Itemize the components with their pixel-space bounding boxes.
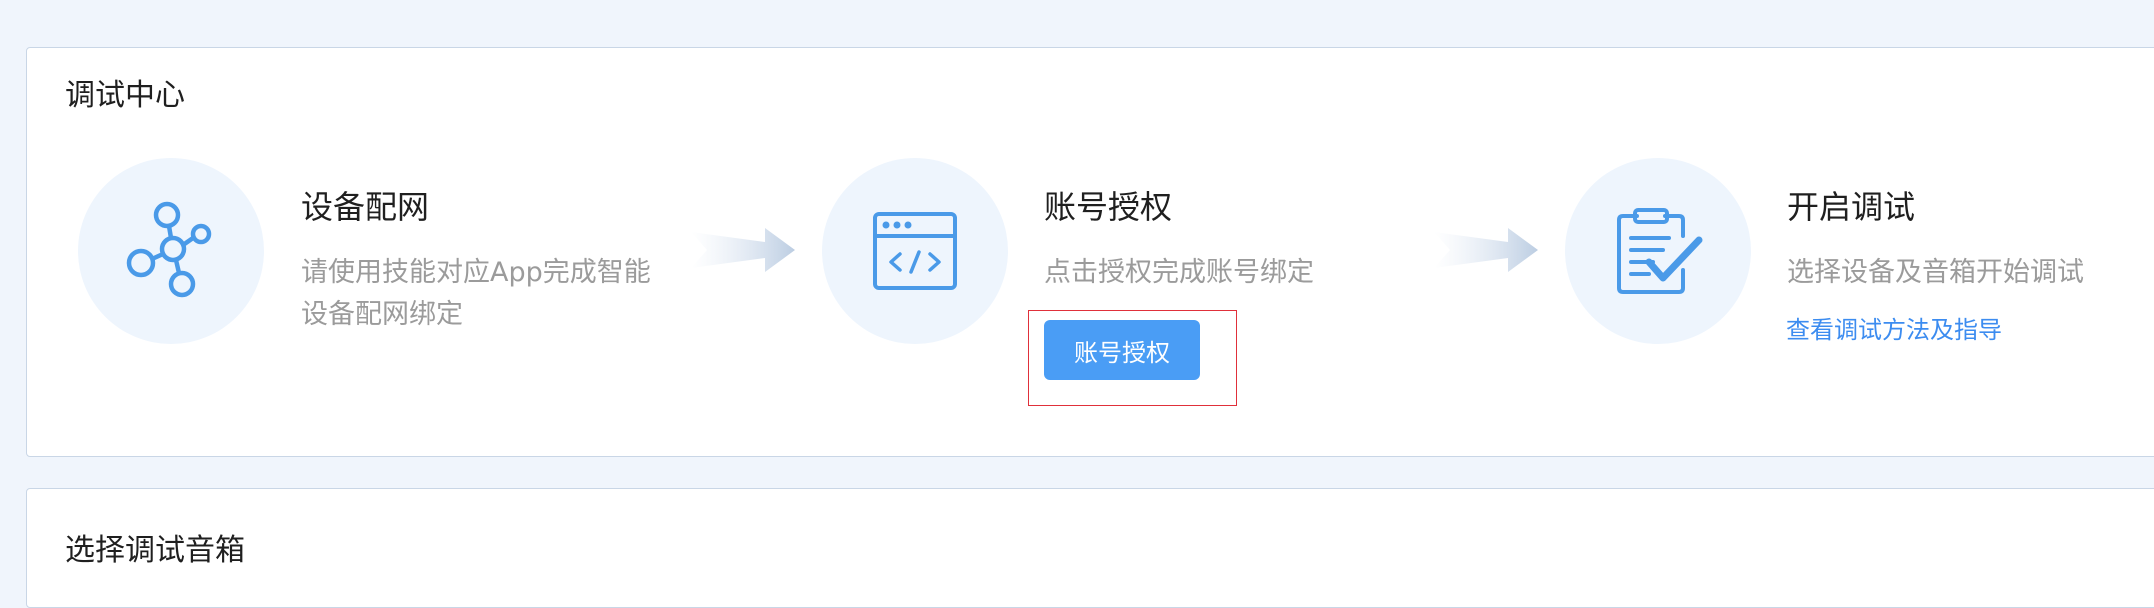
step-auth-desc: 点击授权完成账号绑定 [1044,257,1314,288]
code-window-icon [873,212,957,290]
arrow-right-icon [691,228,795,272]
step-network-desc-line2: 设备配网绑定 [301,299,463,330]
debug-guide-link[interactable]: 查看调试方法及指导 [1786,310,2002,345]
step-debug-title: 开启调试 [1787,188,1916,226]
account-auth-button[interactable]: 账号授权 [1044,320,1200,380]
step-auth-circle [822,158,1008,344]
step-network-title: 设备配网 [301,188,430,226]
step-auth-title: 账号授权 [1044,188,1173,226]
step-debug-desc: 选择设备及音箱开始调试 [1787,257,2084,288]
clipboard-check-icon [1617,208,1703,294]
step-network-circle [78,158,264,344]
debug-center-title: 调试中心 [65,78,185,113]
network-icon [126,201,212,298]
step-debug-circle [1565,158,1751,344]
speaker-select-title: 选择调试音箱 [65,533,245,568]
arrow-right-icon [1434,228,1538,272]
step-network-desc: 请使用技能对应App完成智能 设备配网绑定 [301,252,651,336]
speaker-select-card: 选择调试音箱 [26,488,2154,608]
debug-center-card: 调试中心 设备配网 请使用技能对应App完成智能 设备配网绑定 账号授权 点击授… [26,47,2154,457]
step-network-desc-line1: 请使用技能对应App完成智能 [301,257,651,288]
